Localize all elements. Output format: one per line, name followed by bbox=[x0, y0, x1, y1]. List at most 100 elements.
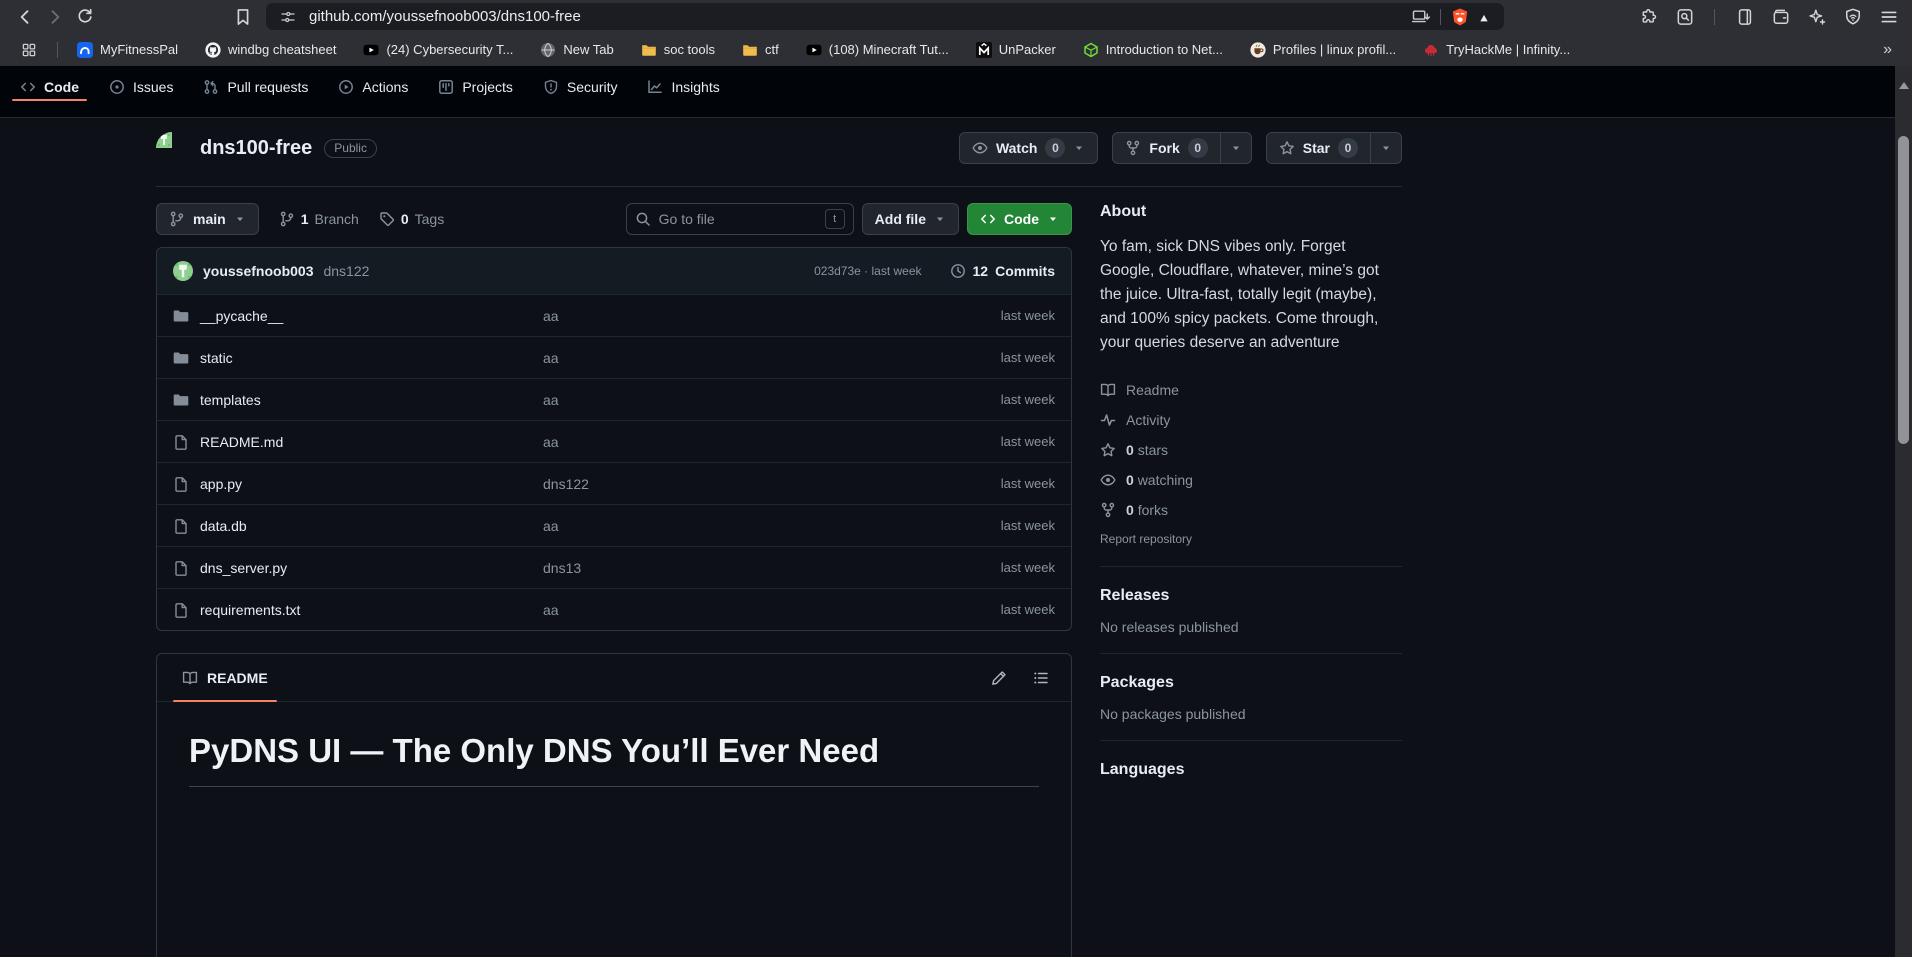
file-row[interactable]: templates aa last week bbox=[157, 378, 1071, 420]
tab-projects[interactable]: Projects bbox=[430, 75, 521, 107]
tab-pull-requests[interactable]: Pull requests bbox=[195, 75, 316, 107]
file-row[interactable]: data.db aa last week bbox=[157, 504, 1071, 546]
add-file-button[interactable]: Add file bbox=[862, 203, 959, 235]
releases-empty-text: No releases published bbox=[1100, 619, 1402, 635]
fork-button[interactable]: Fork 0 bbox=[1112, 132, 1220, 164]
app-grid-icon[interactable] bbox=[14, 35, 44, 65]
star-dropdown[interactable] bbox=[1371, 132, 1402, 164]
file-row[interactable]: requirements.txt aa last week bbox=[157, 588, 1071, 630]
bookmark-item[interactable]: (108) Minecraft Tut... bbox=[806, 42, 949, 58]
bookmark-item[interactable]: soc tools bbox=[641, 42, 715, 58]
back-button[interactable] bbox=[10, 2, 40, 32]
stars-link[interactable]: 0 stars bbox=[1100, 439, 1402, 460]
commit-author-avatar[interactable] bbox=[173, 261, 193, 281]
fork-dropdown[interactable] bbox=[1221, 132, 1252, 164]
edit-readme-icon[interactable] bbox=[985, 664, 1013, 692]
commit-sha-time[interactable]: 023d73e · last week bbox=[814, 264, 921, 278]
repo-main-column: main 1 Branch 0 Tags Go to file t bbox=[156, 203, 1072, 957]
reload-button[interactable] bbox=[70, 2, 100, 32]
file-commit-message[interactable]: aa bbox=[543, 518, 945, 534]
wallet-icon[interactable] bbox=[1767, 3, 1794, 30]
leo-ai-icon[interactable] bbox=[1803, 3, 1830, 30]
file-commit-message[interactable]: aa bbox=[543, 350, 945, 366]
tab-security[interactable]: Security bbox=[535, 75, 626, 107]
code-button[interactable]: Code bbox=[967, 203, 1072, 235]
star-button[interactable]: Star 0 bbox=[1266, 132, 1371, 164]
branches-link[interactable]: 1 Branch bbox=[279, 211, 359, 227]
commits-link[interactable]: 12 Commits bbox=[950, 263, 1055, 279]
bookmark-item[interactable]: New Tab bbox=[540, 42, 613, 58]
file-commit-message[interactable]: aa bbox=[543, 434, 945, 450]
watch-button[interactable]: Watch 0 bbox=[959, 132, 1098, 164]
bookmark-page-icon[interactable] bbox=[228, 2, 258, 32]
forks-link[interactable]: 0 forks bbox=[1100, 499, 1402, 520]
scrollbar-up-arrow[interactable] bbox=[1899, 82, 1909, 89]
current-branch: main bbox=[193, 211, 226, 227]
file-row[interactable]: dns_server.py dns13 last week bbox=[157, 546, 1071, 588]
bookmark-item[interactable]: Profiles | linux profil... bbox=[1250, 42, 1396, 58]
outline-list-icon[interactable] bbox=[1027, 664, 1055, 692]
tab-insights[interactable]: Insights bbox=[639, 75, 727, 107]
file-row[interactable]: README.md aa last week bbox=[157, 420, 1071, 462]
brave-rewards-icon[interactable] bbox=[1472, 5, 1496, 29]
readme-tab[interactable]: README bbox=[173, 654, 277, 701]
bookmark-item[interactable]: (24) Cybersecurity T... bbox=[363, 42, 513, 58]
vpn-shield-icon[interactable] bbox=[1839, 3, 1866, 30]
bookmark-label: windbg cheatsheet bbox=[228, 42, 336, 57]
file-commit-message[interactable]: aa bbox=[543, 602, 945, 618]
file-name[interactable]: __pycache__ bbox=[200, 308, 283, 324]
bookmark-item[interactable]: UnPacker bbox=[976, 42, 1056, 58]
bookmark-item[interactable]: ctf bbox=[742, 42, 779, 58]
file-name[interactable]: app.py bbox=[200, 476, 242, 492]
file-updated: last week bbox=[945, 308, 1055, 323]
file-name[interactable]: requirements.txt bbox=[200, 602, 300, 618]
watching-link[interactable]: 0 watching bbox=[1100, 469, 1402, 490]
branch-selector[interactable]: main bbox=[156, 203, 259, 235]
site-controls-icon[interactable] bbox=[276, 5, 300, 29]
menu-icon[interactable] bbox=[1875, 3, 1902, 30]
bookmark-item[interactable]: TryHackMe | Infinity... bbox=[1423, 42, 1570, 58]
send-to-device-icon[interactable] bbox=[1409, 5, 1433, 29]
scrollbar-thumb[interactable] bbox=[1898, 136, 1909, 444]
bookmark-label: TryHackMe | Infinity... bbox=[1446, 42, 1570, 57]
commit-message[interactable]: dns122 bbox=[323, 263, 369, 279]
file-commit-message[interactable]: aa bbox=[543, 308, 945, 324]
bookmark-item[interactable]: windbg cheatsheet bbox=[205, 42, 336, 58]
brave-shields-icon[interactable] bbox=[1448, 5, 1472, 29]
extensions-icon[interactable] bbox=[1635, 3, 1662, 30]
tab-actions[interactable]: Actions bbox=[330, 75, 416, 107]
repo-owner-avatar[interactable] bbox=[156, 132, 188, 164]
commit-count: 12 bbox=[973, 263, 989, 279]
file-commit-message[interactable]: dns13 bbox=[543, 560, 945, 576]
file-icon bbox=[173, 476, 189, 492]
report-repository-link[interactable]: Report repository bbox=[1100, 532, 1192, 546]
file-row[interactable]: __pycache__ aa last week bbox=[157, 294, 1071, 336]
file-row[interactable]: app.py dns122 last week bbox=[157, 462, 1071, 504]
bookmark-label: Introduction to Net... bbox=[1106, 42, 1223, 57]
file-name[interactable]: README.md bbox=[200, 434, 283, 450]
readme-link[interactable]: Readme bbox=[1100, 379, 1402, 400]
tab-issues[interactable]: Issues bbox=[101, 75, 181, 107]
repo-name[interactable]: dns100-free bbox=[200, 137, 312, 160]
url-text[interactable]: github.com/youssefnoob003/dns100-free bbox=[309, 8, 581, 25]
bookmarks-overflow-chevron[interactable]: » bbox=[1883, 41, 1898, 59]
activity-link[interactable]: Activity bbox=[1100, 409, 1402, 430]
file-name[interactable]: data.db bbox=[200, 518, 247, 534]
file-name[interactable]: templates bbox=[200, 392, 261, 408]
file-name[interactable]: dns_server.py bbox=[200, 560, 287, 576]
file-commit-message[interactable]: aa bbox=[543, 392, 945, 408]
commit-author[interactable]: youssefnoob003 bbox=[203, 263, 313, 279]
url-bar[interactable]: github.com/youssefnoob003/dns100-free bbox=[266, 3, 1504, 30]
file-name[interactable]: static bbox=[200, 350, 233, 366]
tags-link[interactable]: 0 Tags bbox=[379, 211, 444, 227]
file-row[interactable]: static aa last week bbox=[157, 336, 1071, 378]
tab-search-icon[interactable] bbox=[1671, 3, 1698, 30]
sidebar-toggle-icon[interactable] bbox=[1731, 3, 1758, 30]
tab-code[interactable]: Code bbox=[12, 75, 87, 107]
forward-button[interactable] bbox=[40, 2, 70, 32]
bookmark-item[interactable]: Introduction to Net... bbox=[1083, 42, 1223, 58]
bookmark-item[interactable]: MyFitnessPal bbox=[77, 42, 178, 58]
go-to-file-input[interactable]: Go to file t bbox=[626, 203, 854, 235]
page-scrollbar[interactable] bbox=[1895, 66, 1912, 957]
file-commit-message[interactable]: dns122 bbox=[543, 476, 945, 492]
